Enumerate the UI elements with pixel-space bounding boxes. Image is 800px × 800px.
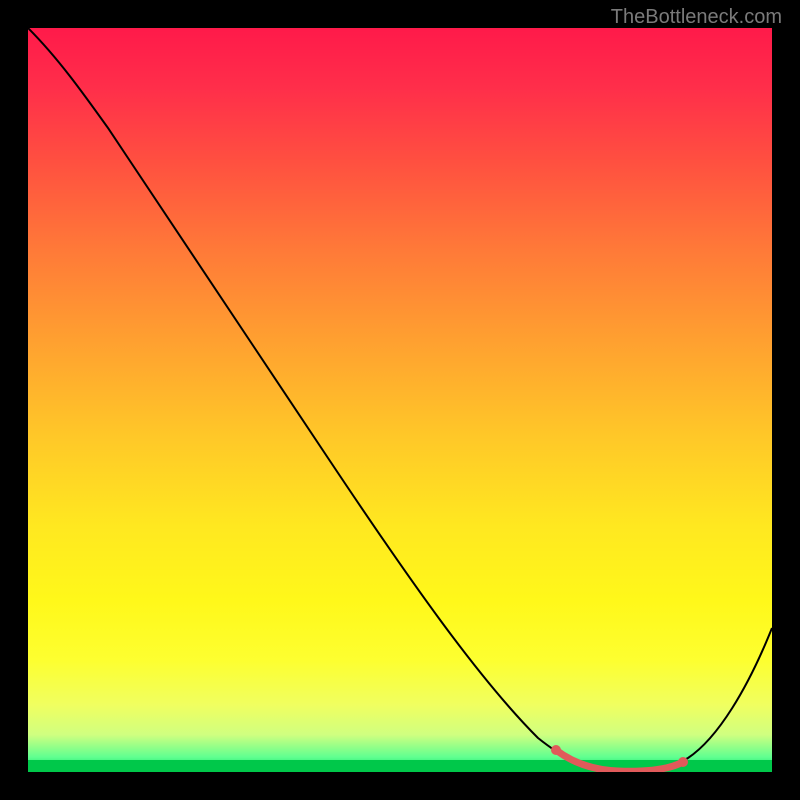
optimal-range-highlight bbox=[556, 750, 683, 771]
chart-svg bbox=[28, 28, 772, 772]
bottleneck-curve-line bbox=[28, 28, 772, 771]
highlight-end-dot bbox=[678, 757, 688, 767]
highlight-start-dot bbox=[551, 745, 561, 755]
watermark-text: TheBottleneck.com bbox=[611, 6, 782, 29]
chart-plot-area bbox=[28, 28, 772, 772]
